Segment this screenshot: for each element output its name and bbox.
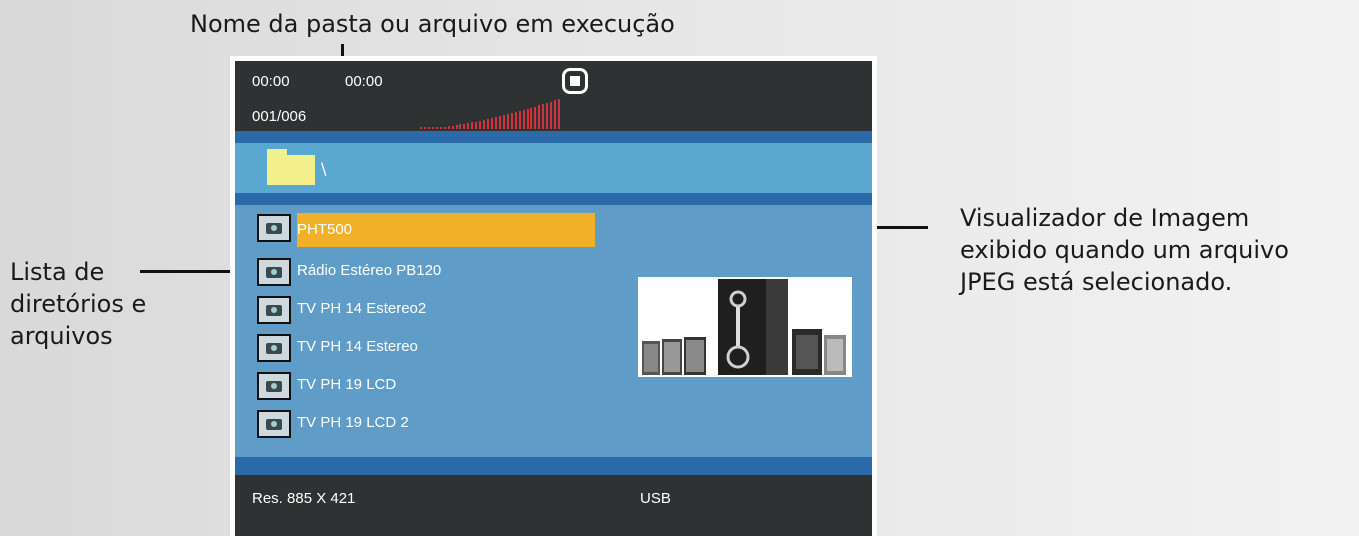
volume-bar bbox=[459, 124, 462, 129]
volume-bar bbox=[491, 118, 493, 129]
divider bbox=[235, 131, 872, 143]
image-file-icon bbox=[257, 214, 291, 242]
volume-bar bbox=[431, 127, 434, 129]
volume-bar bbox=[467, 123, 470, 129]
file-name: TV PH 14 Estereo bbox=[297, 338, 418, 355]
file-name: TV PH 14 Estereo2 bbox=[297, 300, 427, 317]
volume-bar bbox=[423, 127, 426, 129]
volume-bar bbox=[506, 114, 509, 129]
volume-bar bbox=[554, 100, 557, 129]
volume-bar bbox=[510, 113, 513, 129]
volume-bar bbox=[420, 127, 422, 129]
volume-meter bbox=[420, 99, 562, 129]
callout-image-viewer-line3: JPEG está selecionado. bbox=[960, 268, 1233, 296]
media-source: USB bbox=[640, 490, 671, 507]
volume-bar bbox=[514, 112, 517, 129]
track-counter: 001/006 bbox=[252, 108, 307, 125]
volume-bar bbox=[518, 111, 521, 129]
callout-image-viewer: Visualizador de Imagem exibido quando um… bbox=[960, 202, 1359, 298]
folder-icon bbox=[267, 149, 315, 185]
file-item[interactable]: TV PH 19 LCD bbox=[257, 371, 597, 401]
volume-bar bbox=[498, 116, 501, 129]
image-file-icon bbox=[257, 258, 291, 286]
volume-bar bbox=[427, 127, 430, 129]
volume-bar bbox=[483, 120, 486, 129]
volume-bar bbox=[479, 121, 482, 129]
file-item[interactable]: TV PH 19 LCD 2 bbox=[257, 409, 597, 439]
divider bbox=[235, 193, 872, 205]
image-file-icon bbox=[257, 296, 291, 324]
callout-image-viewer-line1: Visualizador de Imagem bbox=[960, 204, 1250, 232]
file-item[interactable]: TV PH 14 Estereo2 bbox=[257, 295, 597, 325]
divider bbox=[235, 457, 872, 475]
volume-bar bbox=[439, 127, 442, 129]
callout-file-list-line3: arquivos bbox=[10, 322, 113, 350]
file-item[interactable]: Rádio Estéreo PB120 bbox=[257, 257, 597, 287]
volume-bar bbox=[558, 99, 561, 129]
file-item[interactable]: PHT500 bbox=[257, 213, 597, 247]
volume-bar bbox=[451, 126, 454, 129]
volume-bar bbox=[471, 122, 474, 129]
file-name: PHT500 bbox=[297, 221, 353, 238]
volume-bar bbox=[534, 107, 537, 129]
stop-icon[interactable] bbox=[562, 68, 588, 94]
volume-bar bbox=[455, 125, 458, 129]
elapsed-time: 00:00 bbox=[252, 73, 290, 90]
volume-bar bbox=[530, 108, 533, 129]
file-name: TV PH 19 LCD bbox=[297, 376, 397, 393]
tv-screen: 00:00 00:00 001/006 \ PHT500 Rádio Estér… bbox=[230, 56, 877, 536]
volume-bar bbox=[463, 124, 466, 129]
file-name: TV PH 19 LCD 2 bbox=[297, 414, 409, 431]
file-item[interactable]: TV PH 14 Estereo bbox=[257, 333, 597, 363]
file-name: Rádio Estéreo PB120 bbox=[297, 262, 442, 279]
volume-bar bbox=[494, 117, 497, 129]
volume-bar bbox=[550, 102, 553, 129]
volume-bar bbox=[542, 104, 545, 129]
volume-bar bbox=[487, 119, 490, 129]
callout-file-list-line2: diretórios e bbox=[10, 290, 147, 318]
callout-folder-name: Nome da pasta ou arquivo em execução bbox=[190, 10, 675, 38]
volume-bar bbox=[447, 126, 450, 129]
current-folder-bar bbox=[235, 143, 872, 193]
callout-image-viewer-line2: exibido quando um arquivo bbox=[960, 236, 1289, 264]
image-preview bbox=[638, 277, 852, 377]
volume-bar bbox=[538, 105, 541, 129]
volume-bar bbox=[435, 127, 438, 129]
volume-bar bbox=[526, 109, 529, 129]
volume-bar bbox=[546, 103, 549, 129]
volume-bar bbox=[443, 127, 446, 129]
volume-bar bbox=[522, 110, 525, 129]
current-folder-path: \ bbox=[321, 159, 327, 178]
image-file-icon bbox=[257, 334, 291, 362]
image-file-icon bbox=[257, 372, 291, 400]
image-resolution: Res. 885 X 421 bbox=[252, 490, 356, 507]
total-time: 00:00 bbox=[345, 73, 383, 90]
volume-bar bbox=[502, 115, 505, 129]
osd-panel: 00:00 00:00 001/006 \ PHT500 Rádio Estér… bbox=[235, 61, 872, 536]
image-file-icon bbox=[257, 410, 291, 438]
volume-bar bbox=[475, 122, 478, 129]
